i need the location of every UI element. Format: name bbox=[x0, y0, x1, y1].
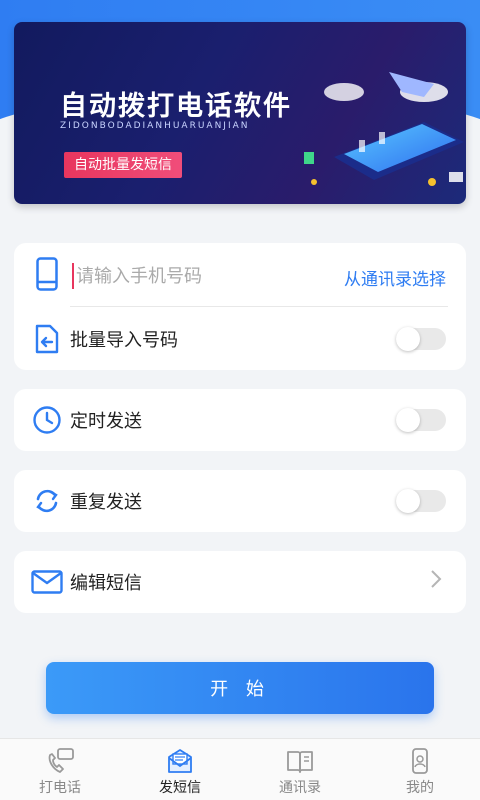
tab-call-label: 打电话 bbox=[39, 780, 81, 796]
row-divider bbox=[70, 306, 448, 307]
tab-sms-label: 发短信 bbox=[159, 780, 201, 796]
tab-call[interactable]: 打电话 bbox=[0, 739, 120, 800]
repeat-toggle[interactable] bbox=[396, 489, 446, 513]
bottom-tab-bar: 打电话 发短信 通讯录 我的 bbox=[0, 738, 480, 800]
chevron-right-icon bbox=[430, 569, 442, 595]
batch-import-label: 批量导入号码 bbox=[70, 330, 178, 351]
envelope-icon bbox=[30, 565, 64, 599]
edit-sms-card[interactable]: 编辑短信 bbox=[14, 551, 466, 613]
banner-tag: 自动批量发短信 bbox=[64, 152, 182, 178]
batch-import-toggle[interactable] bbox=[396, 327, 446, 351]
repeat-row: 重复发送 bbox=[14, 470, 466, 532]
batch-import-row: 批量导入号码 bbox=[14, 308, 466, 370]
phone-number-input[interactable] bbox=[72, 263, 326, 289]
edit-sms-label: 编辑短信 bbox=[70, 573, 142, 594]
phone-input-row: 从通讯录选择 bbox=[14, 243, 466, 305]
choose-from-contacts-link[interactable]: 从通讯录选择 bbox=[344, 265, 446, 290]
banner-illustration bbox=[304, 72, 464, 186]
tab-sms[interactable]: 发短信 bbox=[120, 739, 240, 800]
schedule-row: 定时发送 bbox=[14, 389, 466, 451]
repeat-card: 重复发送 bbox=[14, 470, 466, 532]
schedule-label: 定时发送 bbox=[70, 411, 142, 432]
tab-profile-label: 我的 bbox=[406, 780, 434, 796]
repeat-label: 重复发送 bbox=[70, 492, 142, 513]
promo-banner[interactable]: 自动拨打电话软件 ZIDONBODADIANHUARUANJIAN 自动批量发短… bbox=[14, 22, 466, 204]
sms-envelope-icon bbox=[165, 747, 195, 775]
tab-contacts[interactable]: 通讯录 bbox=[240, 739, 360, 800]
schedule-toggle[interactable] bbox=[396, 408, 446, 432]
profile-phone-icon bbox=[405, 747, 435, 775]
mobile-phone-icon bbox=[30, 257, 64, 291]
schedule-card: 定时发送 bbox=[14, 389, 466, 451]
edit-sms-row[interactable]: 编辑短信 bbox=[14, 551, 466, 613]
import-file-icon bbox=[30, 322, 64, 356]
tab-contacts-label: 通讯录 bbox=[279, 780, 321, 796]
phone-chat-icon bbox=[45, 747, 75, 775]
repeat-icon bbox=[30, 484, 64, 518]
banner-title: 自动拨打电话软件 bbox=[60, 91, 292, 122]
contacts-book-icon bbox=[285, 747, 315, 775]
banner-subtitle: ZIDONBODADIANHUARUANJIAN bbox=[60, 121, 250, 131]
start-button[interactable]: 开 始 bbox=[46, 662, 434, 714]
tab-profile[interactable]: 我的 bbox=[360, 739, 480, 800]
clock-icon bbox=[30, 403, 64, 437]
recipient-card: 从通讯录选择 批量导入号码 bbox=[14, 243, 466, 370]
